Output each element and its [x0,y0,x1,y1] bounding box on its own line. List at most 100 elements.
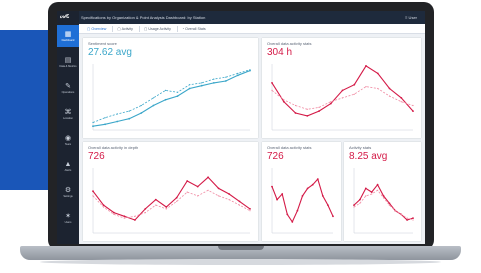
data-point [104,117,106,119]
data-point [316,178,319,180]
sidebar-item-label: Location [63,116,73,120]
data-point [123,215,126,218]
data-point [341,97,344,99]
data-point [92,121,94,124]
sidebar-item-operations[interactable]: ✎ Operations [57,77,79,99]
data-point [365,86,367,88]
data-point [359,198,361,201]
data-point [200,84,203,87]
data-point [306,187,309,190]
series-line-0 [92,70,251,127]
data-point [144,208,147,210]
card-value: 8.25 avg [349,151,388,162]
data-point [318,110,320,112]
card-activity-avg[interactable]: Activity stats 8.25 avg [344,142,421,241]
data-point [412,110,414,112]
data-point [365,65,367,67]
data-icon: ▤ [64,56,72,64]
sidebar-item-dashboard[interactable]: ▦ Dashboard [57,25,79,47]
data-point [388,204,390,206]
data-point [218,195,220,197]
data-point [152,104,155,107]
card-title: Sentiment score [88,41,117,46]
card-title: Activity stats [349,145,372,150]
data-point [128,117,131,120]
data-point [353,93,355,95]
sidebar-item-team[interactable]: ◉ Team [57,129,79,151]
card-activity-depth[interactable]: Overall data activity in depth 726 [83,142,258,241]
data-point [249,208,251,210]
data-point [176,95,179,97]
data-point [128,110,130,112]
warning-icon: ▲ [64,160,72,168]
data-point [365,195,367,197]
data-point [237,74,239,77]
data-point [332,215,334,218]
data-point [282,100,285,103]
chart-axes [353,168,413,234]
chart-axes [271,64,413,131]
data-point [353,204,355,206]
tab-0[interactable]: ▢ Overview [83,26,110,32]
sidebar-item-users[interactable]: ✶ Users [57,207,79,229]
data-point [370,191,373,193]
data-point [353,83,356,86]
data-point [394,210,396,212]
data-point [238,200,241,203]
sidebar-item-data-metrics[interactable]: ▤ Data & Metrics [57,51,79,73]
data-point [228,199,230,201]
data-point [359,202,361,204]
data-point [238,204,241,206]
data-point [92,195,94,197]
data-point [388,95,391,97]
card-title: Overall data activity in depth [88,145,139,150]
laptop-screen: Specifications by Organization & Point A… [57,11,425,244]
data-point [286,213,289,216]
data-point [291,221,294,223]
data-point [186,180,189,182]
data-point [353,206,355,208]
data-point [201,82,203,84]
data-point [364,187,367,190]
data-point [249,210,251,212]
data-point [371,193,373,195]
data-point [281,193,284,195]
data-point [228,193,231,195]
sidebar-item-label: Dashboard [61,38,75,42]
data-point [217,187,220,190]
card-activity-stats-small[interactable]: Overall data activity stats 726 [262,142,341,241]
card-activity-stats[interactable]: Overall data activity stats 304 h [262,38,421,138]
data-point [140,112,143,114]
card-value: 726 [267,151,284,162]
tab-bar: ▢ Overview ▢ Activity ▢ Usage Activity ◔ Ov… [79,24,425,34]
data-point [321,195,324,197]
data-point [92,125,94,128]
data-point [188,87,191,90]
data-point [176,200,178,202]
laptop-base [20,246,461,260]
data-point [197,195,199,197]
data-point [301,195,304,197]
data-point [102,206,105,208]
laptop-notch [218,246,264,250]
data-point [212,82,215,84]
data-point [176,91,179,93]
sidebar-item-alerts[interactable]: ▲ Alerts [57,155,79,177]
chart-activity-depth [92,168,251,234]
data-point [175,196,178,199]
dashboard-icon: ▦ [64,30,72,38]
globe-icon: ◉ [64,134,72,142]
sidebar-item-location[interactable]: ⌘ Location [57,103,79,125]
data-point [341,89,344,92]
sidebar-item-settings[interactable]: ⚙ Settings [57,181,79,203]
data-point [152,97,154,99]
data-point [406,217,408,219]
tab-1[interactable]: ▢ Activity [112,25,137,32]
card-sentiment-score[interactable]: Sentiment score 27.62 avg [83,38,258,138]
tab-3[interactable]: ◔ Overall Stats [176,25,210,32]
tab-2[interactable]: ▢ Usage Activity [138,25,175,32]
app-logo[interactable]: ᔕ∕∕Ɛ [60,14,76,21]
sidebar-item-label: Settings [63,194,73,198]
network-icon: ⌘ [64,108,72,116]
user-menu[interactable]: ≡ User [405,15,417,20]
